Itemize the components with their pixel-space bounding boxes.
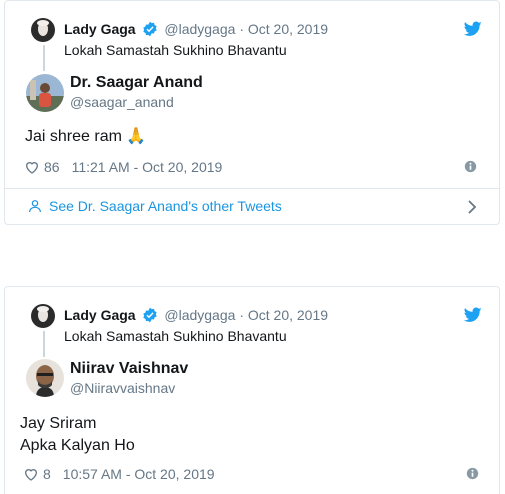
see-other-tweets-label: See Dr. Saagar Anand's other Tweets [49, 198, 282, 214]
reply-tweet-text: Jai shree ram 🙏 [25, 128, 147, 145]
thread-line [43, 45, 45, 71]
quoted-author-name[interactable]: Lady Gaga [64, 307, 136, 323]
verified-badge-icon [143, 21, 158, 37]
tweet-card-1: Lady Gaga @ladygaga · Oct 20, 2019 Lokah… [4, 0, 500, 225]
quoted-author-avatar[interactable] [31, 304, 55, 328]
quoted-tweet-date[interactable]: · Oct 20, 2019 [239, 307, 328, 323]
quoted-author-row: Lady Gaga @ladygaga · Oct 20, 2019 [64, 307, 328, 323]
quoted-author-avatar[interactable] [31, 18, 55, 42]
info-icon[interactable] [464, 160, 477, 173]
reply-tweet-text: Jay Sriram Apka Kalyan Ho [20, 413, 135, 457]
heart-icon[interactable] [24, 159, 40, 175]
tweet-meta: 8 10:57 AM - Oct 20, 2019 [23, 466, 215, 482]
tweet-meta: 86 11:21 AM - Oct 20, 2019 [24, 159, 222, 175]
like-count[interactable]: 86 [44, 159, 60, 175]
quoted-tweet-text: Lokah Samastah Sukhino Bhavantu [64, 42, 287, 58]
reply-text-line-2: Apka Kalyan Ho [20, 437, 135, 454]
quoted-author-row: Lady Gaga @ladygaga · Oct 20, 2019 [64, 21, 328, 37]
tweet-timestamp[interactable]: 11:21 AM - Oct 20, 2019 [72, 159, 223, 175]
divider [5, 188, 499, 189]
twitter-bird-icon[interactable] [464, 21, 482, 37]
quoted-author-handle[interactable]: @ladygaga [164, 307, 235, 323]
reply-author-name[interactable]: Dr. Saagar Anand [70, 74, 203, 92]
reply-text-line-1: Jay Sriram [20, 415, 97, 432]
reply-author-avatar[interactable] [26, 359, 64, 397]
like-count[interactable]: 8 [43, 466, 51, 482]
see-other-tweets-link[interactable]: See Dr. Saagar Anand's other Tweets [27, 198, 282, 214]
quoted-author-name[interactable]: Lady Gaga [64, 21, 136, 37]
reply-author-handle[interactable]: @saagar_anand [70, 94, 174, 110]
quoted-tweet-date[interactable]: · Oct 20, 2019 [239, 21, 328, 37]
reply-author-name[interactable]: Niirav Vaishnav [70, 360, 188, 378]
quoted-tweet-text: Lokah Samastah Sukhino Bhavantu [64, 328, 287, 344]
reply-author-avatar[interactable] [26, 74, 64, 112]
chevron-right-icon[interactable] [465, 199, 479, 215]
tweet-timestamp[interactable]: 10:57 AM - Oct 20, 2019 [63, 466, 215, 482]
info-icon[interactable] [466, 467, 479, 480]
tweet-card-2: Lady Gaga @ladygaga · Oct 20, 2019 Lokah… [4, 286, 500, 494]
twitter-bird-icon[interactable] [464, 307, 482, 323]
person-icon [29, 200, 41, 213]
quoted-author-handle[interactable]: @ladygaga [164, 21, 235, 37]
verified-badge-icon [143, 307, 158, 323]
thread-line [43, 331, 45, 357]
heart-icon[interactable] [23, 466, 39, 482]
reply-author-handle[interactable]: @Niiravvaishnav [70, 380, 175, 396]
